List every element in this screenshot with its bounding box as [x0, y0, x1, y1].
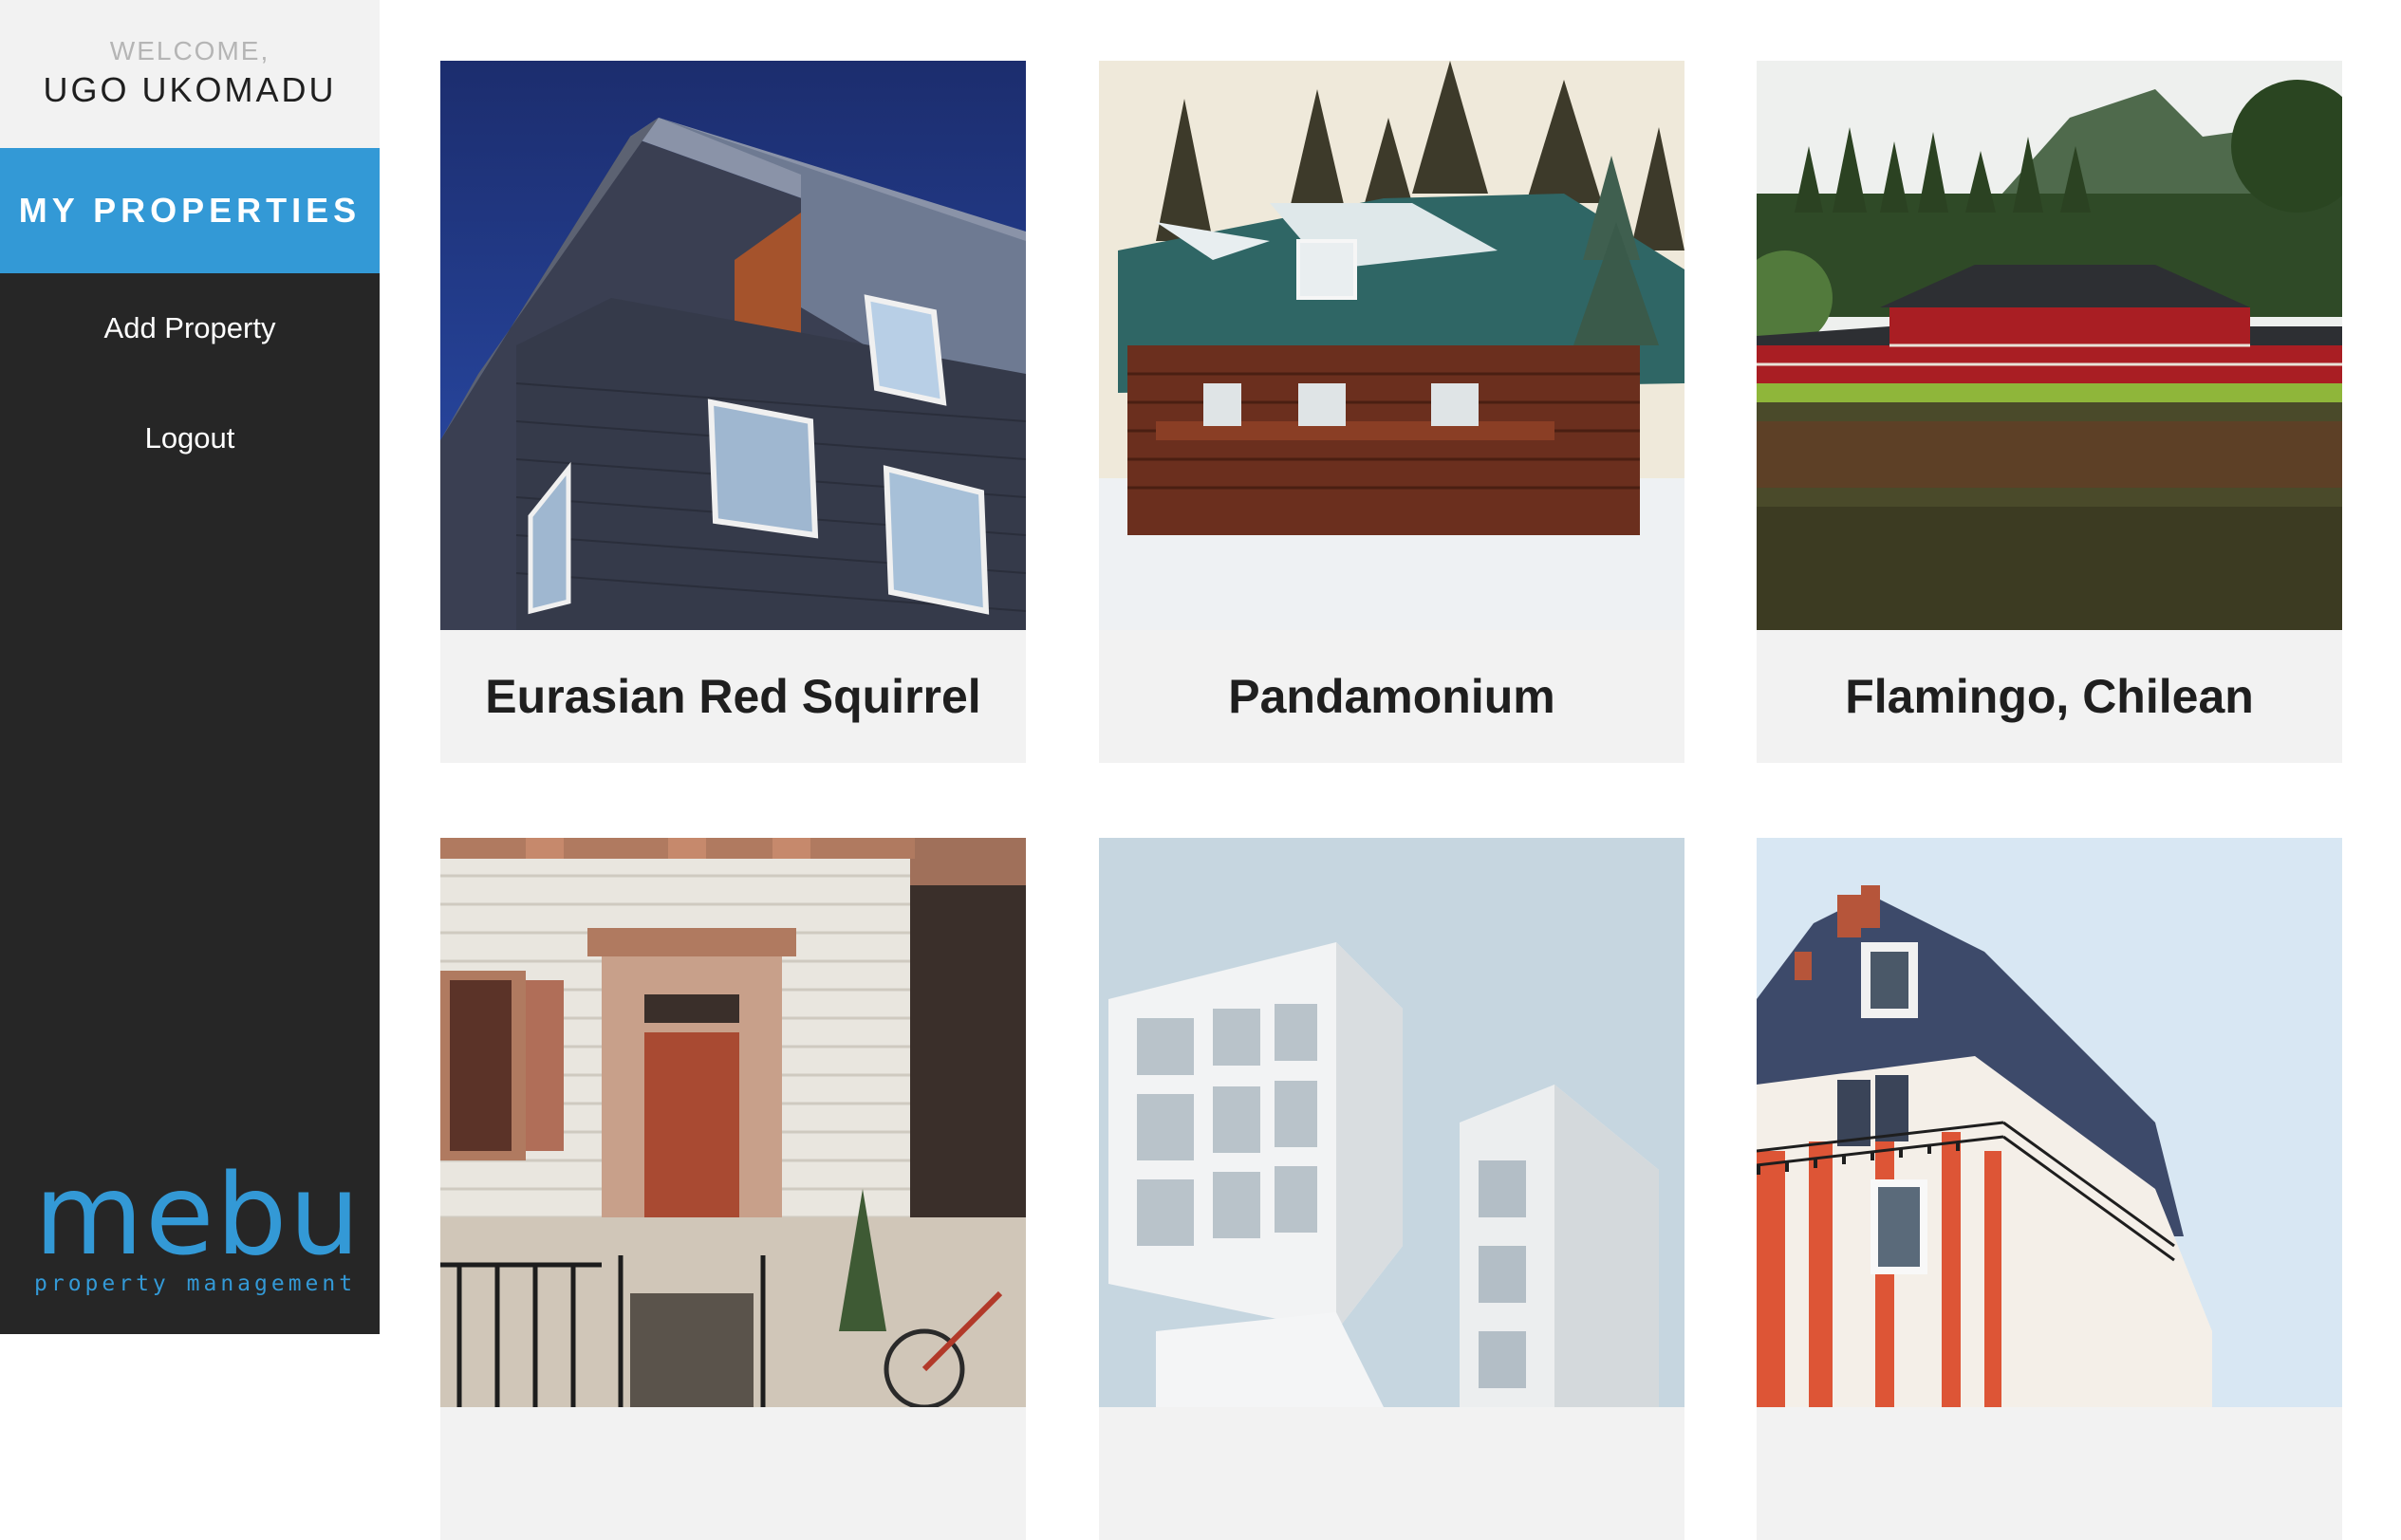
property-card[interactable]: Flamingo, Chilean [1757, 61, 2342, 763]
nav-my-properties[interactable]: MY PROPERTIES [0, 148, 380, 273]
mebu-logo: mebu property management [34, 1149, 363, 1296]
property-name [1099, 1407, 1684, 1540]
property-card[interactable] [1757, 838, 2342, 1540]
property-name: Flamingo, Chilean [1757, 630, 2342, 763]
logo-tagline: property management [34, 1271, 357, 1296]
welcome-label: WELCOME, [109, 36, 270, 65]
nav-logout[interactable]: Logout [0, 400, 380, 476]
property-card[interactable]: Pandamonium [1099, 61, 1684, 763]
user-name: UGO UKOMADU [43, 70, 337, 109]
property-name [440, 1407, 1026, 1540]
property-photo-log-cabin[interactable] [1099, 61, 1684, 630]
property-card[interactable] [1099, 838, 1684, 1540]
property-photo-parisian-building[interactable] [1757, 838, 2342, 1407]
property-card[interactable] [440, 838, 1026, 1540]
property-photo-temple[interactable] [1757, 61, 2342, 630]
property-card[interactable]: Eurasian Red Squirrel [440, 61, 1026, 763]
property-name: Pandamonium [1099, 630, 1684, 763]
property-name [1757, 1407, 2342, 1540]
property-photo-townhouse[interactable] [440, 838, 1026, 1407]
property-photo-modern-building[interactable] [440, 61, 1026, 630]
nav-add-property[interactable]: Add Property [0, 290, 380, 366]
welcome-panel: WELCOME, UGO UKOMADU [0, 0, 380, 148]
sidebar: WELCOME, UGO UKOMADU MY PROPERTIES Add P… [0, 0, 380, 1334]
logo-word: mebu [34, 1149, 363, 1280]
property-name: Eurasian Red Squirrel [440, 630, 1026, 763]
property-photo-white-building[interactable] [1099, 838, 1684, 1407]
